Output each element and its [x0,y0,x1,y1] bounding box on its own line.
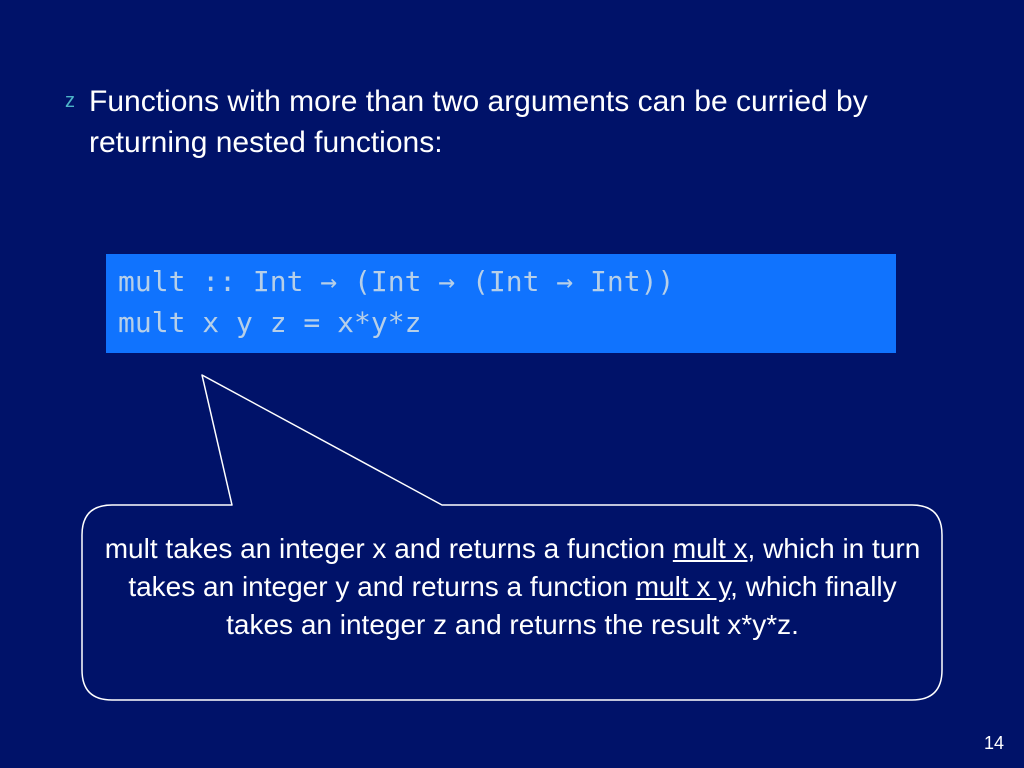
bullet-row: z Functions with more than two arguments… [65,82,969,163]
code-line-1: mult :: Int → (Int → (Int → Int)) [118,262,884,303]
page-number: 14 [984,733,1004,754]
bullet-marker: z [65,90,75,113]
callout-seg1: mult takes an integer x and returns a fu… [105,533,673,564]
callout-text: mult takes an integer x and returns a fu… [95,530,930,643]
code-block: mult :: Int → (Int → (Int → Int)) mult x… [106,254,896,353]
slide: z Functions with more than two arguments… [0,0,1024,768]
code-line-2: mult x y z = x*y*z [118,303,884,344]
bullet-text: Functions with more than two arguments c… [89,82,969,163]
callout-u1: mult x [673,533,748,564]
callout-u2: mult x y [636,571,730,602]
